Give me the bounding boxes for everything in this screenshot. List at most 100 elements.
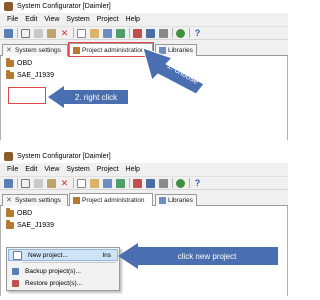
toolbar: ✕ ?	[0, 26, 288, 40]
app-icon	[4, 2, 13, 11]
menu-project[interactable]: Project	[97, 166, 119, 173]
tool-icon[interactable]	[146, 28, 155, 38]
tab-label: System settings	[15, 47, 61, 54]
tree-item-label: OBD	[17, 210, 33, 217]
export-icon[interactable]	[103, 28, 112, 38]
menu-item-new-project[interactable]: New project... Ins	[8, 249, 118, 261]
save-icon[interactable]	[4, 28, 13, 38]
settings-icon[interactable]	[133, 178, 142, 188]
tab-label: Project administration	[82, 196, 145, 204]
tree-item-label: SAE_J1939	[17, 222, 54, 229]
project-icon	[73, 196, 80, 204]
toolbar-separator	[129, 178, 130, 188]
tab-label: System settings	[15, 197, 61, 204]
backup-icon	[12, 267, 19, 275]
library-icon	[159, 197, 166, 204]
copy-icon[interactable]	[34, 28, 43, 38]
tree-item[interactable]: OBD	[6, 58, 33, 67]
toolbar-separator	[189, 178, 190, 188]
paste-icon[interactable]	[47, 28, 56, 38]
cut-icon[interactable]	[21, 178, 30, 188]
wrench-icon: ✕	[6, 47, 12, 54]
delete-icon[interactable]: ✕	[60, 28, 69, 38]
tab-system-settings[interactable]: ✕ System settings	[2, 194, 68, 206]
toolbar-separator	[129, 28, 130, 38]
callout-right-click-label: 2. right click	[74, 92, 118, 102]
tree-item-label: SAE_J1939	[17, 72, 54, 79]
folder-icon	[6, 220, 14, 229]
menu-item-label: Restore project(s)...	[25, 279, 83, 287]
menu-view[interactable]: View	[44, 166, 59, 173]
import-icon[interactable]	[90, 28, 99, 38]
restore-icon	[12, 279, 19, 287]
folder-icon	[6, 70, 14, 79]
menu-separator	[23, 262, 116, 263]
menu-file[interactable]: File	[7, 16, 18, 23]
toolbar-separator	[73, 178, 74, 188]
tab-label: Libraries	[168, 197, 193, 204]
tree-item-label: OBD	[17, 60, 33, 67]
toolbar-separator	[17, 178, 18, 188]
tab-libraries[interactable]: Libraries	[155, 194, 197, 206]
new-project-icon	[13, 250, 22, 260]
toolbar-separator	[189, 28, 190, 38]
new-icon[interactable]	[77, 178, 86, 188]
menu-view[interactable]: View	[44, 16, 59, 23]
title-bar: System Configurator [Daimler]	[0, 150, 288, 163]
app-icon	[4, 152, 13, 161]
paste-icon[interactable]	[47, 178, 56, 188]
menu-project[interactable]: Project	[97, 16, 119, 23]
menu-system[interactable]: System	[66, 16, 89, 23]
menu-bar: File Edit View System Project Help	[0, 14, 288, 25]
wrench-icon: ✕	[6, 197, 12, 204]
title-bar: System Configurator [Daimler]	[0, 0, 288, 13]
menu-item-shortcut: Ins	[102, 251, 111, 259]
folder-icon	[6, 58, 14, 67]
menu-edit[interactable]: Edit	[25, 166, 37, 173]
tool2-icon[interactable]	[159, 28, 168, 38]
menu-item-backup-projects[interactable]: Backup project(s)...	[8, 265, 118, 277]
toolbar-separator	[73, 28, 74, 38]
right-click-target-box	[8, 87, 46, 104]
menu-bar: File Edit View System Project Help	[0, 164, 288, 175]
toolbar: ✕ ?	[0, 176, 288, 190]
menu-help[interactable]: Help	[126, 16, 140, 23]
print-icon[interactable]	[116, 178, 125, 188]
refresh-icon[interactable]	[176, 178, 185, 188]
callout-new-project-label: click new project	[177, 251, 237, 261]
delete-icon[interactable]: ✕	[60, 178, 69, 188]
save-icon[interactable]	[4, 178, 13, 188]
menu-item-label: New project...	[28, 251, 68, 259]
help-icon[interactable]: ?	[193, 28, 202, 38]
copy-icon[interactable]	[34, 178, 43, 188]
menu-item-label: Backup project(s)...	[25, 267, 81, 275]
menu-item-restore-projects[interactable]: Restore project(s)...	[8, 277, 118, 289]
window-title: System Configurator [Daimler]	[17, 153, 111, 160]
tab-system-settings[interactable]: ✕ System settings	[2, 44, 68, 56]
cut-icon[interactable]	[21, 28, 30, 38]
refresh-icon[interactable]	[176, 28, 185, 38]
settings-icon[interactable]	[133, 28, 142, 38]
import-icon[interactable]	[90, 178, 99, 188]
tree-item[interactable]: SAE_J1939	[6, 70, 54, 79]
toolbar-separator	[17, 28, 18, 38]
export-icon[interactable]	[103, 178, 112, 188]
tab-strip: ✕ System settings Project administration…	[0, 192, 288, 206]
help-icon[interactable]: ?	[193, 178, 202, 188]
toolbar-separator	[172, 178, 173, 188]
menu-edit[interactable]: Edit	[25, 16, 37, 23]
tree-item[interactable]: OBD	[6, 208, 33, 217]
tool2-icon[interactable]	[159, 178, 168, 188]
menu-system[interactable]: System	[66, 166, 89, 173]
menu-file[interactable]: File	[7, 166, 18, 173]
folder-icon	[6, 208, 14, 217]
new-icon[interactable]	[77, 28, 86, 38]
tool-icon[interactable]	[146, 178, 155, 188]
print-icon[interactable]	[116, 28, 125, 38]
menu-help[interactable]: Help	[126, 166, 140, 173]
context-menu: New project... Ins Backup project(s)... …	[6, 247, 120, 291]
tree-item[interactable]: SAE_J1939	[6, 220, 54, 229]
window-title: System Configurator [Daimler]	[17, 3, 111, 10]
tab-project-administration[interactable]: Project administration	[69, 193, 153, 206]
toolbar-separator	[172, 28, 173, 38]
